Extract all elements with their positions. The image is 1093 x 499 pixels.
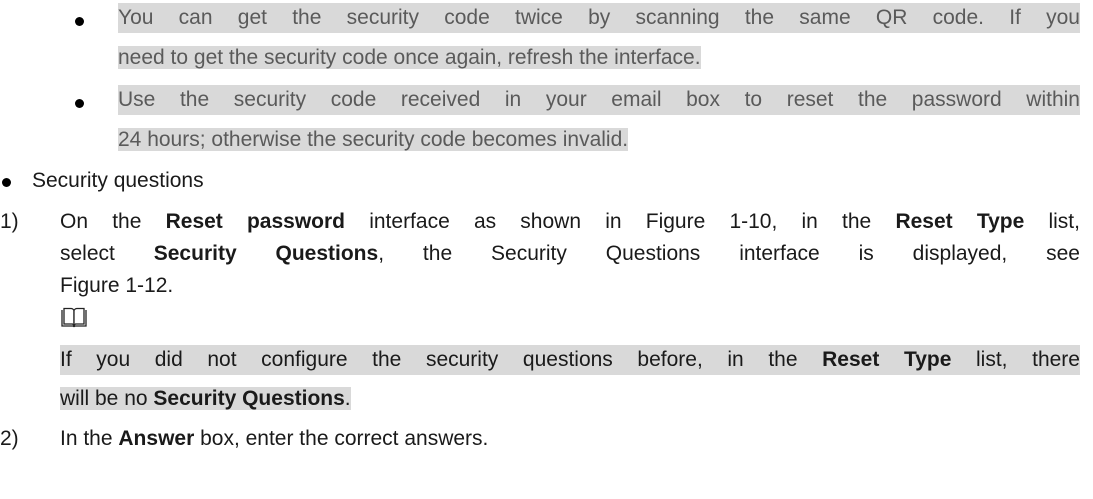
- note-line: need to get the security code once again…: [118, 43, 701, 73]
- step-number: 1): [0, 210, 19, 233]
- step-line: In the Answer box, enter the correct ans…: [60, 427, 489, 450]
- note-text: You can get the security code twice by s…: [118, 3, 1080, 33]
- ui-term: Answer: [118, 427, 195, 450]
- note-line: If you did not configure the security qu…: [60, 345, 1080, 375]
- step-line: Figure 1-12.: [60, 274, 174, 297]
- ui-term: Security Questions: [153, 387, 345, 410]
- ui-term: Reset password: [165, 210, 346, 233]
- bullet-icon: [75, 99, 84, 108]
- note-line: will be no Security Questions.: [60, 387, 351, 410]
- step-line: select Security Questions, the Security …: [60, 242, 1080, 265]
- bullet-icon: [75, 17, 84, 26]
- step-number: 2): [0, 427, 19, 450]
- bullet-icon: [2, 178, 11, 187]
- note-text: 24 hours; otherwise the security code be…: [118, 128, 629, 151]
- note-line: Use the security code received in your e…: [118, 85, 1080, 115]
- note-text: Use the security code received in your e…: [118, 85, 1080, 115]
- note-line: You can get the security code twice by s…: [118, 3, 1080, 33]
- ui-term: Security Questions: [153, 242, 379, 265]
- step-line: On the Reset password interface as shown…: [60, 210, 1080, 233]
- ui-term: Reset Type: [822, 348, 952, 371]
- note-line: 24 hours; otherwise the security code be…: [118, 125, 629, 155]
- note-text: need to get the security code once again…: [118, 46, 701, 69]
- ui-term: Reset Type: [895, 210, 1025, 233]
- section-label: Security questions: [32, 169, 204, 192]
- book-note-icon: [61, 307, 87, 328]
